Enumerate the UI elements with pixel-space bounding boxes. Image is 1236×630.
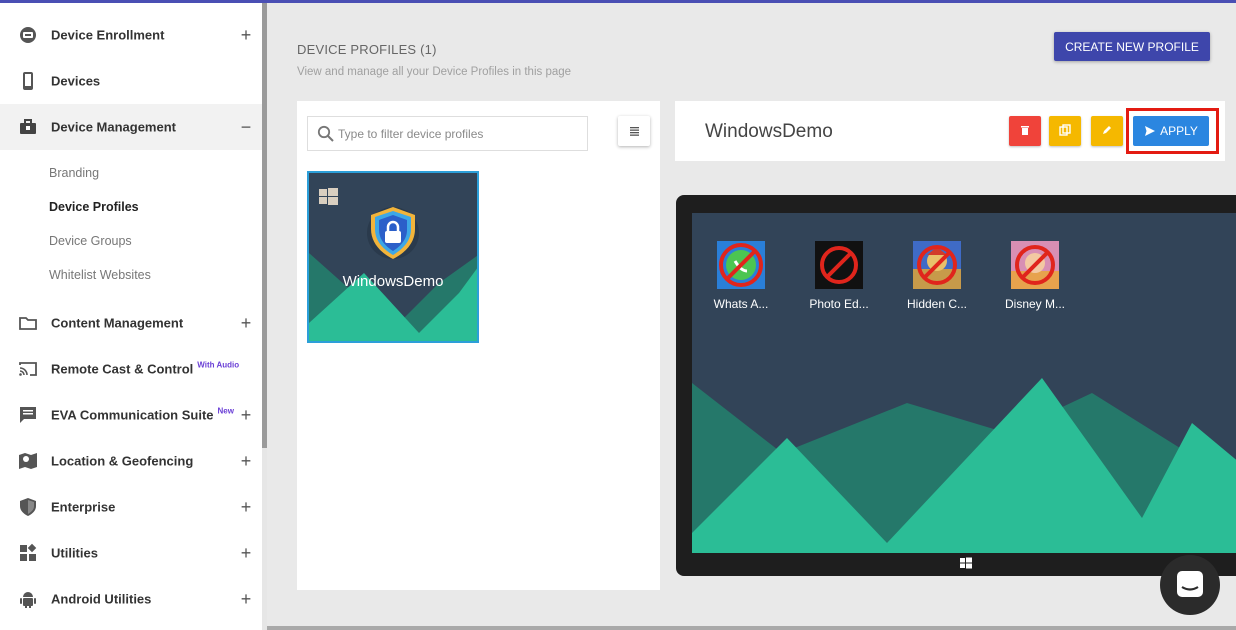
label-text: EVA Communication Suite (51, 407, 214, 423)
search-box[interactable] (307, 116, 588, 151)
sidebar-item-utilities[interactable]: Utilities + (0, 530, 262, 576)
expand-icon[interactable]: + (238, 314, 254, 332)
sidebar-item-location[interactable]: Location & Geofencing + (0, 438, 262, 484)
create-new-profile-button[interactable]: CREATE NEW PROFILE (1054, 32, 1210, 61)
expand-icon[interactable]: + (238, 26, 254, 44)
sidebar-subitem-device-profiles[interactable]: Device Profiles (49, 200, 139, 214)
sidebar-subitem-whitelist-websites[interactable]: Whitelist Websites (49, 268, 151, 282)
search-icon (317, 125, 334, 142)
sidebar: Device Enrollment + Devices Device Manag… (0, 0, 262, 630)
sidebar-subitem-branding[interactable]: Branding (49, 166, 99, 180)
widgets-icon (20, 543, 37, 561)
label-text: Remote Cast & Control (51, 361, 194, 377)
support-chat-button[interactable] (1160, 555, 1220, 615)
copy-profile-button[interactable] (1049, 116, 1081, 146)
expand-icon[interactable]: + (238, 406, 254, 424)
expand-icon[interactable]: + (238, 498, 254, 516)
sidebar-item-android-utilities[interactable]: Android Utilities + (0, 576, 262, 622)
app-label: Whats A... (713, 297, 769, 311)
phone-icon (23, 72, 33, 90)
apply-label: APPLY (1160, 124, 1198, 138)
shield-icon (20, 498, 36, 516)
app-label: Photo Ed... (809, 297, 869, 311)
sidebar-item-label: Location & Geofencing (51, 453, 194, 469)
sidebar-item-eva-suite[interactable]: EVA Communication Suite New + (0, 392, 262, 438)
device-screen: Whats A... Photo Ed... Hidden C... Disne… (692, 213, 1236, 553)
expand-icon[interactable]: + (238, 590, 254, 608)
sidebar-item-label: Enterprise (51, 499, 116, 515)
with-audio-badge: With Audio (197, 360, 240, 370)
search-input[interactable] (338, 118, 583, 149)
edit-profile-button[interactable] (1091, 116, 1123, 146)
chat-bubble-icon (1177, 571, 1203, 597)
page-title: DEVICE PROFILES (1) (297, 42, 437, 57)
sidebar-item-label: Content Management (51, 315, 184, 331)
sidebar-item-device-enrollment[interactable]: Device Enrollment + (0, 12, 262, 58)
hidden-game-blocked-icon (913, 241, 961, 289)
sidebar-item-devices[interactable]: Devices (0, 58, 262, 104)
whatsapp-blocked-icon (717, 241, 765, 289)
sidebar-item-content-management[interactable]: Content Management + (0, 300, 262, 346)
copy-icon (1059, 123, 1071, 136)
device-preview: Whats A... Photo Ed... Hidden C... Disne… (676, 195, 1236, 576)
profile-name: WindowsDemo (342, 273, 444, 290)
sidebar-item-label: Remote Cast & Control With Audio (51, 360, 240, 377)
sidebar-item-label: Device Enrollment (51, 27, 165, 43)
windows-start-icon (960, 557, 972, 569)
collapse-icon[interactable]: − (238, 118, 254, 136)
chat-icon (20, 407, 36, 423)
enrollment-icon (20, 27, 36, 43)
sidebar-scrollbar[interactable] (262, 0, 267, 448)
send-icon (1145, 126, 1156, 136)
bottom-scroll-track (267, 626, 1236, 630)
app-label: Hidden C... (906, 297, 968, 311)
map-pin-icon (19, 453, 37, 469)
profile-detail-header: WindowsDemo APPLY (675, 101, 1225, 161)
sidebar-subitem-device-groups[interactable]: Device Groups (49, 234, 132, 248)
screen-wallpaper (692, 378, 1236, 553)
briefcase-icon (20, 119, 36, 134)
lock-shield-icon (367, 207, 419, 259)
photo-editor-blocked-icon (815, 241, 863, 289)
profiles-list-panel: WindowsDemo (297, 101, 660, 590)
app-label: Disney M... (1004, 297, 1065, 311)
delete-profile-button[interactable] (1009, 116, 1041, 146)
profile-card-windowsdemo[interactable]: WindowsDemo (307, 171, 479, 343)
sidebar-item-label: Utilities (51, 545, 98, 561)
pencil-icon (1103, 125, 1111, 134)
folder-icon (19, 317, 37, 330)
apply-button[interactable]: APPLY (1133, 116, 1209, 146)
sidebar-item-label: Device Management (51, 119, 176, 135)
sidebar-item-label: Android Utilities (51, 591, 152, 607)
sidebar-item-device-management[interactable]: Device Management − (0, 104, 262, 150)
list-view-button[interactable] (618, 116, 650, 146)
sidebar-item-label: Devices (51, 73, 101, 89)
sidebar-item-enterprise[interactable]: Enterprise + (0, 484, 262, 530)
disney-blocked-icon (1011, 241, 1059, 289)
trash-icon (1021, 125, 1029, 135)
page-subtitle: View and manage all your Device Profiles… (297, 66, 572, 78)
sidebar-item-remote-cast[interactable]: Remote Cast & Control With Audio (0, 346, 262, 392)
android-icon (20, 592, 36, 608)
sidebar-scroll-track (262, 448, 267, 630)
list-icon (630, 127, 639, 136)
new-badge: New (217, 406, 234, 416)
profile-detail-name: WindowsDemo (705, 121, 833, 142)
expand-icon[interactable]: + (238, 544, 254, 562)
sidebar-item-label: EVA Communication Suite New (51, 406, 234, 423)
windows-logo-icon (319, 188, 338, 205)
expand-icon[interactable]: + (238, 452, 254, 470)
cast-icon (19, 362, 37, 376)
top-accent-line (0, 0, 1236, 3)
